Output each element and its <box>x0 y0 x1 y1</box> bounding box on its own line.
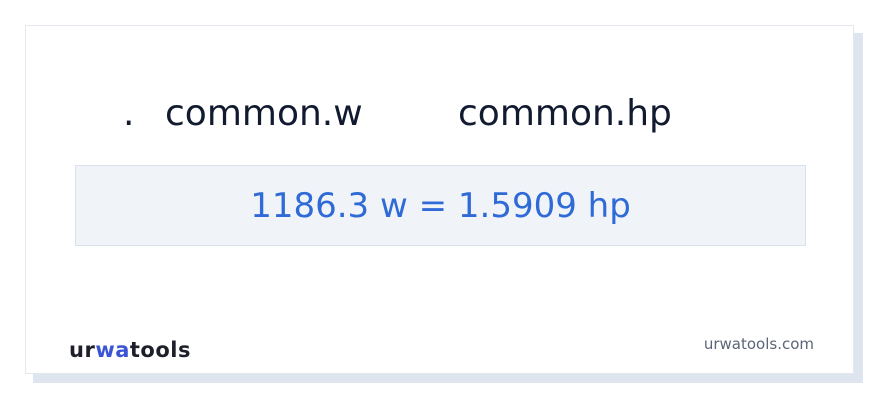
conversion-card-stage: . common.w common.hp 1186.3 w = 1.5909 h… <box>0 0 880 400</box>
urwatools-logo: urwatools <box>69 337 191 363</box>
conversion-card: . common.w common.hp 1186.3 w = 1.5909 h… <box>25 25 854 374</box>
logo-text-part2: tools <box>129 338 191 362</box>
to-unit-label: common.hp <box>458 93 672 134</box>
logo-text-part1: ur <box>69 338 96 362</box>
site-url: urwatools.com <box>703 335 814 353</box>
logo-text-accent: wa <box>95 338 130 362</box>
result-box: 1186.3 w = 1.5909 hp <box>75 165 806 246</box>
units-header: . common.w common.hp <box>26 91 853 137</box>
unit-separator-dot: . <box>123 93 135 134</box>
conversion-result: 1186.3 w = 1.5909 hp <box>250 185 631 226</box>
from-unit-label: common.w <box>165 93 363 134</box>
